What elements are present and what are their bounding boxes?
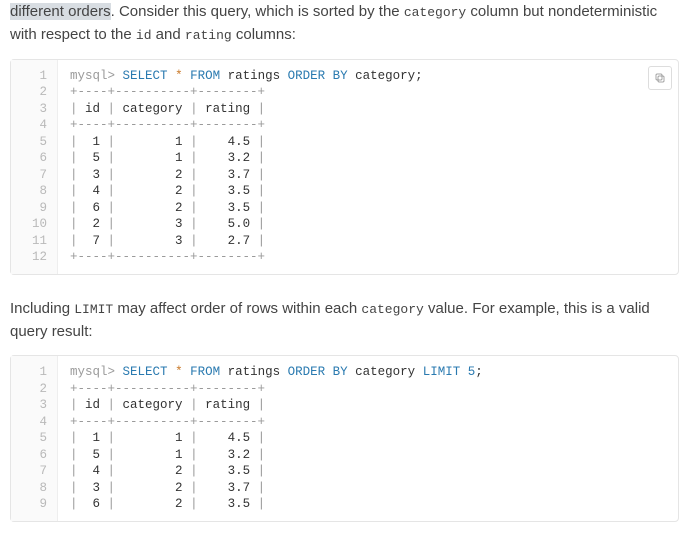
inline-code: category bbox=[361, 302, 423, 317]
inline-code: LIMIT bbox=[74, 302, 113, 317]
middle-paragraph: Including LIMIT may affect order of rows… bbox=[10, 297, 679, 344]
inline-code: category bbox=[404, 5, 466, 20]
code-block-2: 123456789 mysql> SELECT * FROM ratings O… bbox=[10, 355, 679, 522]
intro-paragraph: different orders. Consider this query, w… bbox=[10, 0, 679, 47]
copy-button[interactable] bbox=[648, 66, 672, 90]
line-gutter: 123456789 bbox=[11, 356, 58, 521]
code-lines: mysql> SELECT * FROM ratings ORDER BY ca… bbox=[58, 356, 495, 521]
copy-icon bbox=[654, 72, 666, 84]
inline-code: rating bbox=[185, 28, 232, 43]
line-gutter: 123456789101112 bbox=[11, 60, 58, 274]
code-lines: mysql> SELECT * FROM ratings ORDER BY ca… bbox=[58, 60, 435, 274]
highlight-text: different orders bbox=[10, 3, 111, 20]
code-block-1: 123456789101112 mysql> SELECT * FROM rat… bbox=[10, 59, 679, 275]
inline-code: id bbox=[136, 28, 152, 43]
